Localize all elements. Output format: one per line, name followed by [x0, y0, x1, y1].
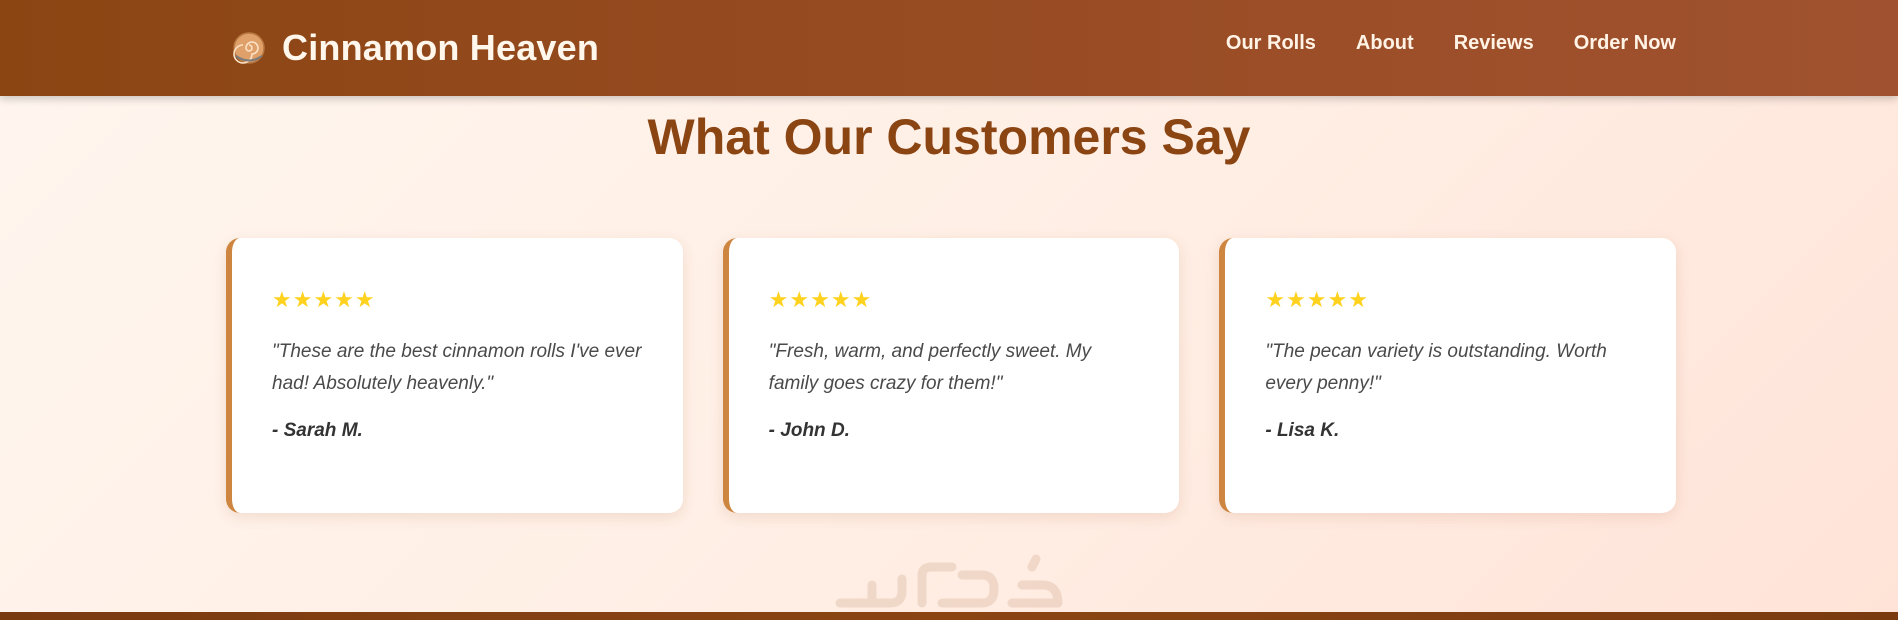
- star-rating: ★★★★★: [272, 287, 376, 312]
- nav-our-rolls[interactable]: Our Rolls: [1226, 32, 1316, 55]
- review-card: ★★★★★ "Fresh, warm, and perfectly sweet.…: [722, 238, 1180, 513]
- section-title: What Our Customers Say: [647, 109, 1251, 165]
- watermark-logo: [835, 554, 1063, 608]
- review-author: - Sarah M.: [272, 420, 363, 441]
- brand-name: Cinnamon Heaven: [282, 27, 600, 68]
- site-header: Cinnamon Heaven Our Rolls About Reviews …: [0, 0, 1898, 96]
- nav-order-now[interactable]: Order Now: [1574, 32, 1676, 55]
- review-cards: ★★★★★ "These are the best cinnamon rolls…: [226, 238, 1677, 513]
- review-author: - Lisa K.: [1265, 420, 1340, 441]
- review-quote: "These are the best cinnamon rolls I've …: [272, 341, 642, 394]
- main-nav: Our Rolls About Reviews Order Now: [1226, 32, 1676, 55]
- cinnamon-roll-icon: [233, 32, 265, 64]
- nav-reviews[interactable]: Reviews: [1454, 32, 1534, 55]
- review-card: ★★★★★ "The pecan variety is outstanding.…: [1219, 238, 1677, 513]
- star-rating: ★★★★★: [1265, 287, 1369, 312]
- review-quote: "Fresh, warm, and perfectly sweet. My fa…: [768, 341, 1092, 394]
- nav-about[interactable]: About: [1356, 32, 1414, 55]
- footer-strip: [0, 612, 1898, 620]
- review-author: - John D.: [768, 420, 850, 441]
- review-quote: "The pecan variety is outstanding. Worth…: [1265, 341, 1607, 394]
- review-card: ★★★★★ "These are the best cinnamon rolls…: [226, 238, 683, 513]
- star-rating: ★★★★★: [768, 287, 873, 312]
- brand[interactable]: Cinnamon Heaven: [232, 22, 599, 74]
